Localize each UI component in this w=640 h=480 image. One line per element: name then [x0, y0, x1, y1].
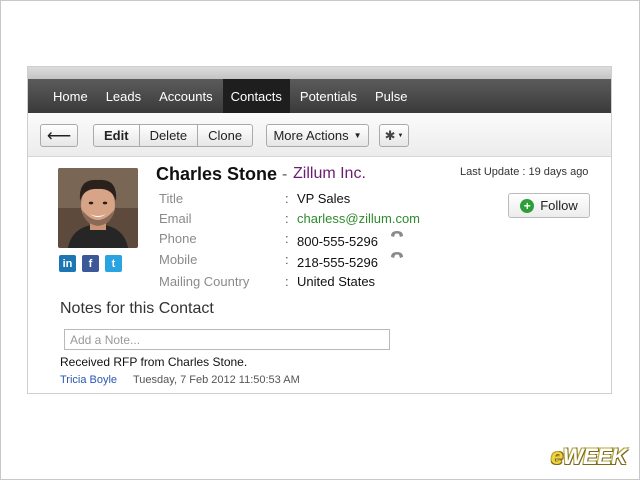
follow-button[interactable]: + Follow [508, 193, 590, 218]
nav-item-potentials[interactable]: Potentials [292, 79, 365, 113]
nav-item-pulse[interactable]: Pulse [367, 79, 416, 113]
eweek-logo: eWEEK [551, 444, 627, 469]
note-author-link[interactable]: Tricia Boyle [60, 374, 117, 386]
add-note-input[interactable] [64, 329, 390, 350]
contact-company[interactable]: Zillum Inc. [293, 165, 366, 183]
nav-item-leads[interactable]: Leads [98, 79, 149, 113]
contact-photo-image [58, 168, 138, 248]
back-button[interactable]: ⟵ [40, 124, 78, 147]
contact-avatar [58, 168, 138, 248]
more-actions-label: More Actions [273, 128, 349, 143]
notes-section-title: Notes for this Contact [60, 300, 214, 317]
field-value-title: VP Sales [297, 191, 351, 206]
plus-icon: + [520, 198, 535, 213]
field-label-mobile: Mobile [159, 252, 198, 267]
caret-down-icon: ▼ [397, 132, 404, 139]
main-nav: Home Leads Accounts Contacts Potentials … [28, 79, 611, 113]
linkedin-icon[interactable]: in [59, 255, 76, 272]
field-value-email[interactable]: charless@zillum.com [297, 211, 420, 226]
phone-call-icon[interactable] [390, 251, 404, 261]
field-label-phone: Phone [159, 231, 197, 246]
settings-button[interactable]: ✱ ▼ [379, 124, 409, 147]
field-value-phone: 800-555-5296 [297, 234, 378, 249]
nav-item-home[interactable]: Home [45, 79, 96, 113]
more-actions-button[interactable]: More Actions ▼ [266, 124, 369, 147]
field-label-title: Title [159, 191, 184, 206]
field-label-mailing-country: Mailing Country [159, 274, 250, 289]
note-timestamp: Tuesday, 7 Feb 2012 11:50:53 AM [133, 374, 300, 386]
phone-call-icon[interactable] [390, 230, 404, 240]
gear-icon: ✱ [384, 127, 396, 143]
field-value-mailing-country: United States [297, 274, 376, 289]
field-colon: : [285, 211, 289, 226]
nav-item-accounts[interactable]: Accounts [151, 79, 220, 113]
record-toolbar: ⟵ Edit Delete Clone More Actions ▼ ✱ ▼ [28, 113, 611, 157]
record-action-group: Edit Delete Clone [93, 124, 254, 147]
clone-button[interactable]: Clone [198, 125, 252, 146]
delete-button[interactable]: Delete [140, 125, 199, 146]
field-label-email: Email [159, 211, 192, 226]
facebook-icon[interactable]: f [82, 255, 99, 272]
field-colon: : [285, 252, 289, 267]
back-arrow-icon: ⟵ [46, 125, 72, 145]
name-separator: - [282, 166, 288, 183]
window-top-strip [28, 67, 611, 79]
nav-item-contacts[interactable]: Contacts [222, 79, 290, 113]
caret-down-icon: ▼ [353, 131, 362, 140]
edit-button[interactable]: Edit [94, 125, 140, 146]
field-colon: : [285, 231, 289, 246]
twitter-icon[interactable]: t [105, 255, 122, 272]
field-value-mobile: 218-555-5296 [297, 255, 378, 270]
crm-window: Home Leads Accounts Contacts Potentials … [27, 66, 612, 394]
contact-name: Charles Stone [156, 164, 278, 184]
field-colon: : [285, 191, 289, 206]
note-text: Received RFP from Charles Stone. [60, 355, 248, 369]
field-colon: : [285, 274, 289, 289]
last-update: Last Update : 19 days ago [460, 166, 589, 178]
follow-label: Follow [540, 198, 578, 213]
